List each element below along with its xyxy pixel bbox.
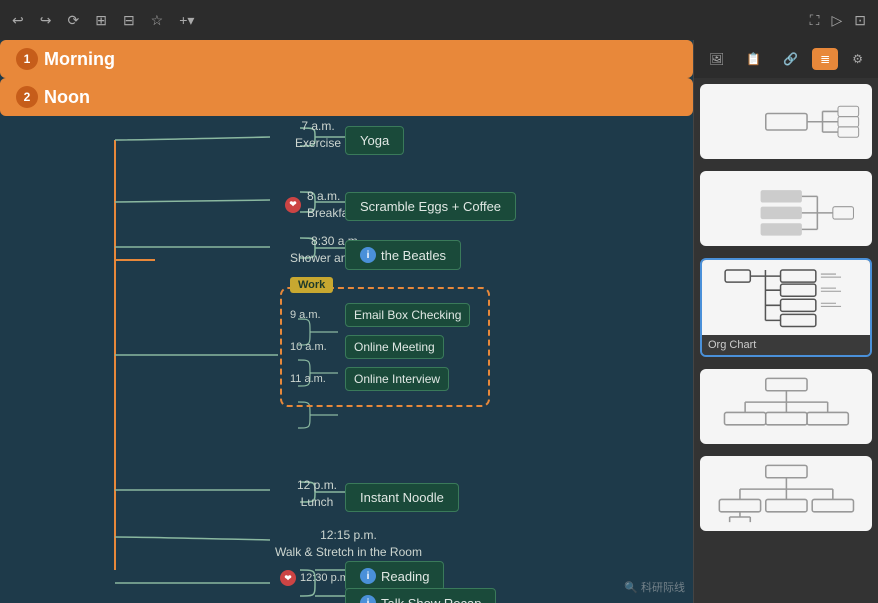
template-5-preview (700, 456, 872, 531)
email-node[interactable]: Email Box Checking (345, 303, 470, 327)
template-1-preview (700, 84, 872, 159)
tab-clipboard[interactable]: 📋 (738, 48, 769, 70)
toolbar: ↩ ↪ ⟳ ⊞ ⊟ ☆ +▾ ⛶ ▷ ⊡ (0, 0, 878, 40)
template-org-svg (710, 264, 861, 332)
sidebar: 🖼 📋 🔗 ≣ ⚙ (693, 40, 878, 603)
breakfast-node[interactable]: Scramble Eggs + Coffee (345, 192, 516, 221)
meeting-node[interactable]: Online Meeting (345, 335, 444, 359)
lunch-node[interactable]: Instant Noodle (345, 483, 459, 512)
redo-icon[interactable]: ⟳ (67, 12, 79, 29)
work-item-9am: 9 a.m. Email Box Checking (290, 303, 480, 327)
talkshow-info-icon: i (360, 595, 376, 603)
time-1230-container: ❤ 12:30 p.m. (280, 570, 352, 586)
time-9am: 9 a.m. (290, 309, 335, 321)
noon-label: Noon (44, 87, 90, 108)
template-5-svg (709, 460, 864, 528)
noon-badge: 2 (16, 86, 38, 108)
time-walk: 12:15 p.m. Walk & Stretch in the Room (275, 527, 422, 561)
canvas[interactable]: 1 Morning 7 a.m. Exercise Yoga ❤ 8 a.m. … (0, 40, 693, 603)
sidebar-tabs: 🖼 📋 🔗 ≣ ⚙ (694, 40, 878, 78)
template-org-chart[interactable]: Org Chart (700, 258, 872, 357)
work-label: Work (290, 277, 333, 293)
time-exercise: 7 a.m. Exercise (295, 118, 341, 152)
present-icon[interactable]: ▷ (831, 12, 842, 29)
time-10am: 10 a.m. (290, 341, 335, 353)
watermark: 🔍 科研际线 (624, 579, 685, 595)
work-item-10am: 10 a.m. Online Meeting (290, 335, 480, 359)
yoga-node[interactable]: Yoga (345, 126, 404, 155)
add-icon[interactable]: +▾ (179, 12, 194, 29)
tab-settings[interactable]: ⚙ (844, 48, 871, 70)
template-2-preview (700, 171, 872, 246)
template-4[interactable] (700, 369, 872, 444)
star-icon[interactable]: ☆ (151, 12, 164, 29)
template-1[interactable] (700, 84, 872, 159)
morning-badge: 1 (16, 48, 38, 70)
main-area: 1 Morning 7 a.m. Exercise Yoga ❤ 8 a.m. … (0, 40, 878, 603)
noon-icon: ❤ (280, 570, 296, 586)
collapse-icon[interactable]: ⊟ (123, 12, 135, 29)
tab-list[interactable]: ≣ (812, 48, 838, 70)
time-exercise-label: Exercise (295, 135, 341, 152)
reading-info-icon: i (360, 568, 376, 584)
template-2[interactable] (700, 171, 872, 246)
talkshow-node[interactable]: i Talk Show Recap (345, 588, 496, 603)
time-lunch: 12 p.m. Lunch (297, 477, 337, 511)
panel-icon[interactable]: ⊡ (854, 12, 866, 29)
template-org-label: Org Chart (702, 335, 870, 355)
template-2-svg (709, 175, 864, 243)
template-5[interactable] (700, 456, 872, 531)
noon-node[interactable]: 2 Noon (0, 78, 693, 116)
time-exercise-time: 7 a.m. (295, 118, 341, 135)
forward-icon[interactable]: ↪ (40, 12, 52, 29)
morning-label: Morning (44, 49, 115, 70)
fullscreen-icon[interactable]: ⛶ (810, 12, 820, 29)
template-1-svg (709, 88, 864, 156)
work-item-11am: 11 a.m. Online Interview (290, 367, 480, 391)
work-box: Work 9 a.m. Email Box Checking 10 a.m. O… (280, 287, 490, 407)
tab-image[interactable]: 🖼 (701, 48, 732, 70)
template-4-preview (700, 369, 872, 444)
beatles-node[interactable]: i the Beatles (345, 240, 461, 270)
reading-node[interactable]: i Reading (345, 561, 444, 591)
breakfast-icon: ❤ (285, 197, 301, 213)
template-org-preview (702, 260, 870, 335)
time-11am: 11 a.m. (290, 373, 335, 385)
beatles-info-icon: i (360, 247, 376, 263)
morning-node[interactable]: 1 Morning (0, 40, 693, 78)
tab-link[interactable]: 🔗 (775, 48, 806, 70)
interview-node[interactable]: Online Interview (345, 367, 449, 391)
template-4-svg (709, 373, 864, 441)
back-icon[interactable]: ↩ (12, 12, 24, 29)
layout-icon[interactable]: ⊞ (95, 12, 107, 29)
